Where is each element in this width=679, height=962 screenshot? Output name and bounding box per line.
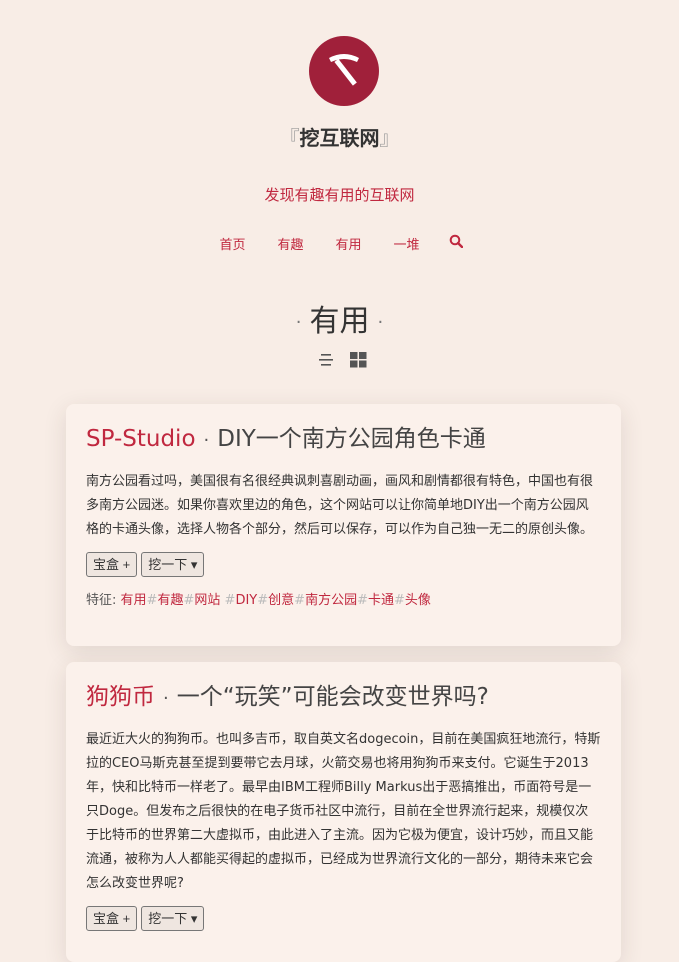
tag-link[interactable]: 卡通 bbox=[368, 593, 394, 608]
heading-dot-left: · bbox=[295, 312, 302, 333]
post-card: SP-Studio · DIY一个南方公园角色卡通 南方公园看过吗，美国很有名很经典… bbox=[66, 404, 621, 646]
add-to-box-button[interactable]: 宝盒 + bbox=[86, 552, 138, 577]
tag-hash: # bbox=[146, 593, 158, 608]
grid-view-icon[interactable] bbox=[350, 352, 367, 372]
title-separator: · bbox=[203, 430, 210, 451]
chevron-down-icon: ▾ bbox=[190, 557, 198, 572]
site-title[interactable]: 『挖互联网』 bbox=[0, 122, 679, 151]
tag-hash: # bbox=[357, 593, 368, 608]
nav-item-pile[interactable]: 一堆 bbox=[378, 234, 436, 253]
tag-link[interactable]: DIY bbox=[235, 593, 257, 608]
tag-link[interactable]: 南方公园 bbox=[305, 593, 357, 608]
nav-item-useful[interactable]: 有用 bbox=[320, 234, 378, 253]
tag-link[interactable]: 有用 bbox=[121, 593, 147, 608]
tag-link[interactable]: 头像 bbox=[405, 593, 431, 608]
tag-hash: # bbox=[257, 593, 269, 608]
site-logo[interactable] bbox=[309, 36, 379, 106]
dig-label: 挖一下 bbox=[148, 911, 188, 926]
post-description: 南方公园看过吗，美国很有名很经典讽刺喜剧动画，画风和剧情都很有特色，中国也有很多… bbox=[86, 474, 594, 537]
tag-link[interactable]: 创意 bbox=[268, 593, 294, 608]
post-name[interactable]: 狗狗币 bbox=[86, 684, 155, 710]
post-tags: 特征: 有用#有趣#网站 #DIY#创意#南方公园#卡通#头像 bbox=[86, 589, 601, 608]
pickaxe-icon bbox=[329, 54, 359, 86]
heading-dot-right: · bbox=[377, 312, 384, 333]
tag-link[interactable]: 网站 bbox=[194, 593, 220, 608]
post-subtitle[interactable]: DIY一个南方公园角色卡通 bbox=[217, 426, 486, 452]
view-toggle bbox=[318, 352, 367, 372]
tag-hash: # bbox=[224, 593, 236, 608]
page-title: · 有用 · bbox=[0, 296, 679, 340]
post-actions: 宝盒 + 挖一下 ▾ bbox=[86, 552, 601, 577]
title-separator: · bbox=[163, 688, 169, 709]
title-bracket-left: 『 bbox=[279, 126, 300, 150]
nav-item-home[interactable]: 首页 bbox=[204, 234, 262, 253]
post-title[interactable]: SP-Studio · DIY一个南方公园角色卡通 bbox=[86, 424, 601, 456]
title-bracket-right: 』 bbox=[379, 126, 400, 150]
chevron-down-icon: ▾ bbox=[190, 911, 198, 926]
post-title[interactable]: 狗狗币 · 一个“玩笑”可能会改变世界吗? bbox=[86, 682, 601, 714]
post-description: 最近近大火的狗狗币。也叫多吉币，取自英文名dogecoin，目前在美国疯狂地流行… bbox=[86, 732, 601, 891]
tag-link[interactable]: 有趣 bbox=[157, 593, 183, 608]
post-actions: 宝盒 + 挖一下 ▾ bbox=[86, 906, 601, 931]
list-view-icon[interactable] bbox=[318, 352, 334, 372]
add-to-box-button[interactable]: 宝盒 + bbox=[86, 906, 138, 931]
dig-dropdown-button[interactable]: 挖一下 ▾ bbox=[141, 906, 205, 931]
page-title-text: 有用 bbox=[309, 304, 370, 339]
tags-label: 特征: bbox=[86, 593, 117, 608]
search-icon[interactable] bbox=[436, 234, 476, 253]
main-nav: 首页 有趣 有用 一堆 bbox=[0, 234, 679, 253]
tag-hash: # bbox=[394, 593, 405, 608]
post-card: 狗狗币 · 一个“玩笑”可能会改变世界吗? 最近近大火的狗狗币。也叫多吉币，取自英文… bbox=[66, 662, 621, 962]
dig-dropdown-button[interactable]: 挖一下 ▾ bbox=[141, 552, 205, 577]
site-tagline: 发现有趣有用的互联网 bbox=[264, 186, 415, 204]
tag-hash: # bbox=[294, 593, 306, 608]
tag-hash: # bbox=[183, 593, 195, 608]
site-title-text: 挖互联网 bbox=[299, 126, 380, 150]
post-subtitle[interactable]: 一个“玩笑”可能会改变世界吗? bbox=[177, 684, 489, 710]
post-name[interactable]: SP-Studio bbox=[86, 426, 196, 452]
dig-label: 挖一下 bbox=[148, 557, 188, 572]
nav-item-fun[interactable]: 有趣 bbox=[262, 234, 320, 253]
